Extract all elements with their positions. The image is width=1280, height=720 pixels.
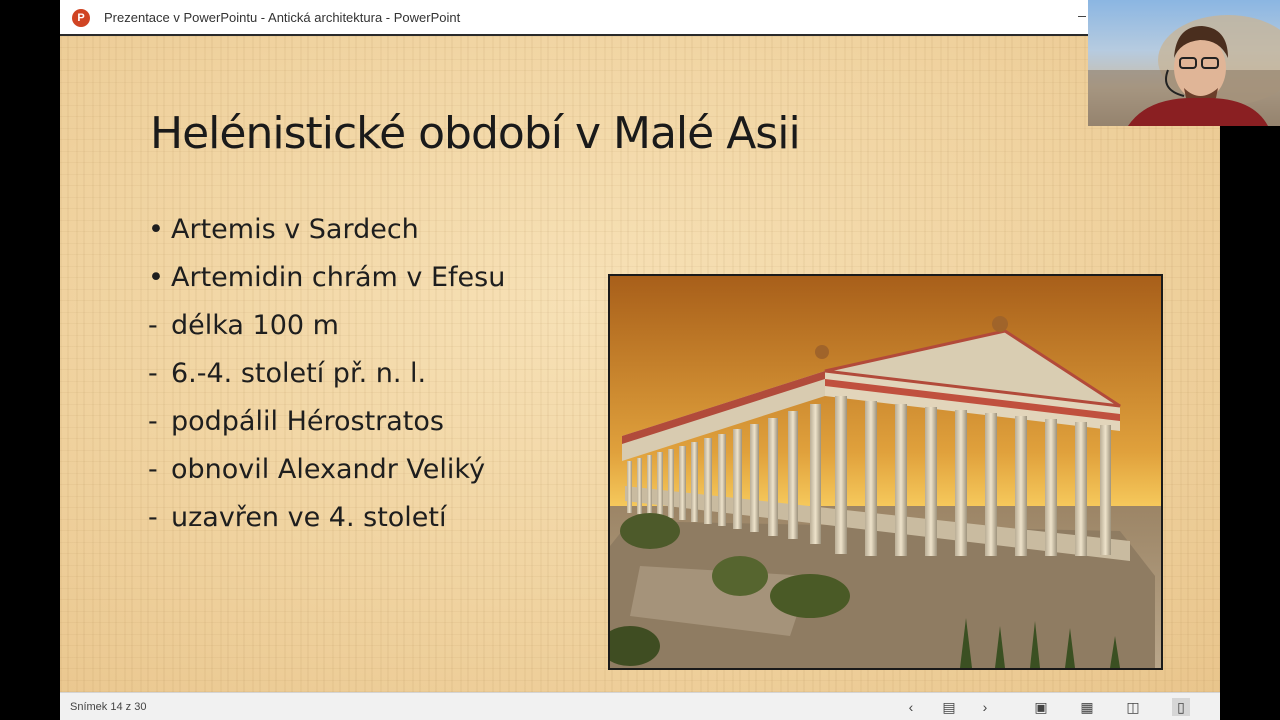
slide-sorter-icon[interactable]: ▦ xyxy=(1078,698,1096,716)
temple-illustration xyxy=(610,276,1161,668)
dash-marker: - xyxy=(148,502,158,533)
bullet-text: podpálil Hérostratos xyxy=(171,406,444,437)
reading-view-icon[interactable]: ◫ xyxy=(1124,698,1142,716)
slide-show-icon[interactable]: ▯ xyxy=(1172,698,1190,716)
window-title: Prezentace v PowerPointu - Antická archi… xyxy=(104,10,461,25)
bullet-item: - délka 100 m xyxy=(148,310,505,358)
bullet-item: - podpálil Hérostratos xyxy=(148,406,505,454)
prev-slide-icon[interactable]: ‹ xyxy=(902,698,920,716)
bullet-marker: • xyxy=(148,262,164,293)
window-titlebar: P Prezentace v PowerPointu - Antická arc… xyxy=(60,0,1088,36)
next-slide-icon[interactable]: › xyxy=(976,698,994,716)
minimize-icon[interactable] xyxy=(1078,16,1086,17)
dash-marker: - xyxy=(148,406,158,437)
dash-marker: - xyxy=(148,358,158,389)
presenter-video xyxy=(1088,15,1280,126)
slide-counter: Snímek 14 z 30 xyxy=(70,701,147,713)
slide-canvas: Helénistické období v Malé Asii • Artemis… xyxy=(60,36,1220,692)
bullet-item: -6.-4. století př. n. l. xyxy=(148,358,505,406)
bullet-text: 6.-4. století př. n. l. xyxy=(171,358,427,389)
bullet-item: • Artemidin chrám v Efesu xyxy=(148,262,505,310)
bullet-item: - uzavřen ve 4. století xyxy=(148,502,505,550)
bullet-marker: • xyxy=(148,214,164,245)
bullet-item: • Artemis v Sardech xyxy=(148,214,505,262)
slide-title: Helénistické období v Malé Asii xyxy=(150,108,801,159)
dash-marker: - xyxy=(148,310,158,341)
bullet-text: obnovil Alexandr Veliký xyxy=(171,454,486,485)
webcam-overlay xyxy=(1088,0,1280,126)
powerpoint-icon: P xyxy=(72,9,90,27)
bullet-text: délka 100 m xyxy=(171,310,339,341)
bullet-text: uzavřen ve 4. století xyxy=(171,502,447,533)
status-bar: Snímek 14 z 30 ‹ ▤ › ▣ ▦ ◫ ▯ xyxy=(60,692,1220,720)
bullet-list: • Artemis v Sardech • Artemidin chrám v Ef… xyxy=(148,214,505,550)
slide-menu-icon[interactable]: ▤ xyxy=(940,698,958,716)
bullet-text: Artemidin chrám v Efesu xyxy=(171,262,506,293)
bullet-text: Artemis v Sardech xyxy=(171,214,419,245)
dash-marker: - xyxy=(148,454,158,485)
normal-view-icon[interactable]: ▣ xyxy=(1032,698,1050,716)
bullet-item: - obnovil Alexandr Veliký xyxy=(148,454,505,502)
temple-image xyxy=(608,274,1163,670)
